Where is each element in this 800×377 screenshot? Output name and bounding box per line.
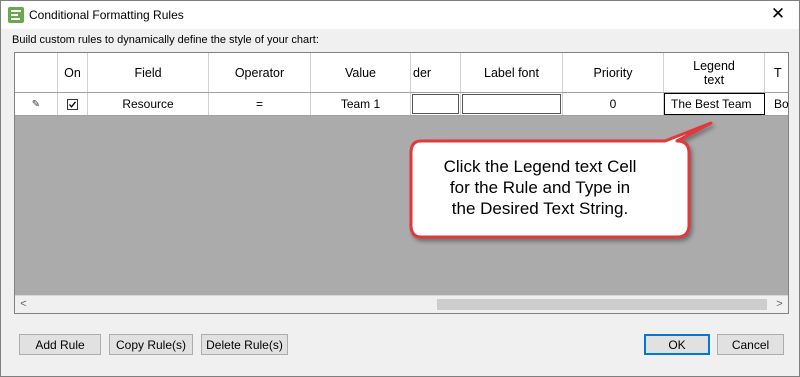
dialog-instructions: Build custom rules to dynamically define… — [12, 34, 319, 46]
app-icon — [8, 7, 24, 23]
grid-header: On Field Operator Value der Label font P… — [15, 53, 788, 93]
window-title: Conditional Formatting Rules — [29, 8, 184, 22]
copy-rules-button[interactable]: Copy Rule(s) — [109, 334, 193, 355]
column-header-priority[interactable]: Priority — [563, 53, 664, 92]
callout-line: the Desired Text String. — [451, 199, 629, 218]
delete-rules-button[interactable]: Delete Rule(s) — [201, 334, 288, 355]
field-cell[interactable]: Resource — [88, 93, 209, 115]
close-icon[interactable]: ✕ — [763, 3, 793, 25]
title-bar: Conditional Formatting Rules ✕ — [1, 1, 799, 29]
scroll-right-icon[interactable]: > — [771, 296, 788, 313]
column-header-operator[interactable]: Operator — [209, 53, 311, 92]
column-header-label-font[interactable]: Label font — [461, 53, 563, 92]
callout-line: Click the Legend text Cell — [443, 157, 637, 176]
add-rule-button[interactable]: Add Rule — [19, 334, 101, 355]
column-header-row-marker — [15, 53, 58, 92]
truncated-cell[interactable]: Bo — [765, 93, 788, 115]
column-header-field[interactable]: Field — [88, 53, 209, 92]
column-header-border[interactable]: der — [411, 53, 461, 92]
operator-cell[interactable]: = — [209, 93, 311, 115]
checkmark-icon — [69, 100, 77, 108]
edit-pencil-icon: ✎ — [15, 93, 58, 115]
column-header-value[interactable]: Value — [311, 53, 411, 92]
horizontal-scrollbar[interactable]: < > — [15, 295, 788, 313]
border-swatch[interactable] — [412, 94, 459, 114]
on-cell[interactable] — [58, 93, 88, 115]
callout-line: for the Rule and Type in — [449, 178, 631, 197]
cancel-button[interactable]: Cancel — [717, 334, 784, 355]
label-font-cell[interactable] — [461, 93, 563, 115]
legend-text-cell[interactable]: The Best Team — [664, 93, 765, 115]
value-cell[interactable]: Team 1 — [311, 93, 411, 115]
column-header-on[interactable]: On — [58, 53, 88, 92]
ok-button[interactable]: OK — [644, 334, 710, 355]
priority-cell[interactable]: 0 — [563, 93, 664, 115]
scroll-thumb[interactable] — [437, 299, 767, 310]
scroll-left-icon[interactable]: < — [15, 296, 32, 313]
border-cell[interactable] — [411, 93, 461, 115]
callout-text: Click the Legend text Cell for the Rule … — [415, 156, 665, 219]
label-font-box[interactable] — [462, 94, 561, 114]
table-row[interactable]: ✎ Resource = Team 1 0 The Best Team Bo — [15, 93, 788, 116]
column-header-legend-text[interactable]: Legend text — [664, 53, 765, 92]
column-header-truncated[interactable]: T — [765, 53, 788, 92]
on-checkbox[interactable] — [67, 98, 78, 110]
conditional-formatting-dialog: Conditional Formatting Rules ✕ Build cus… — [0, 0, 800, 377]
